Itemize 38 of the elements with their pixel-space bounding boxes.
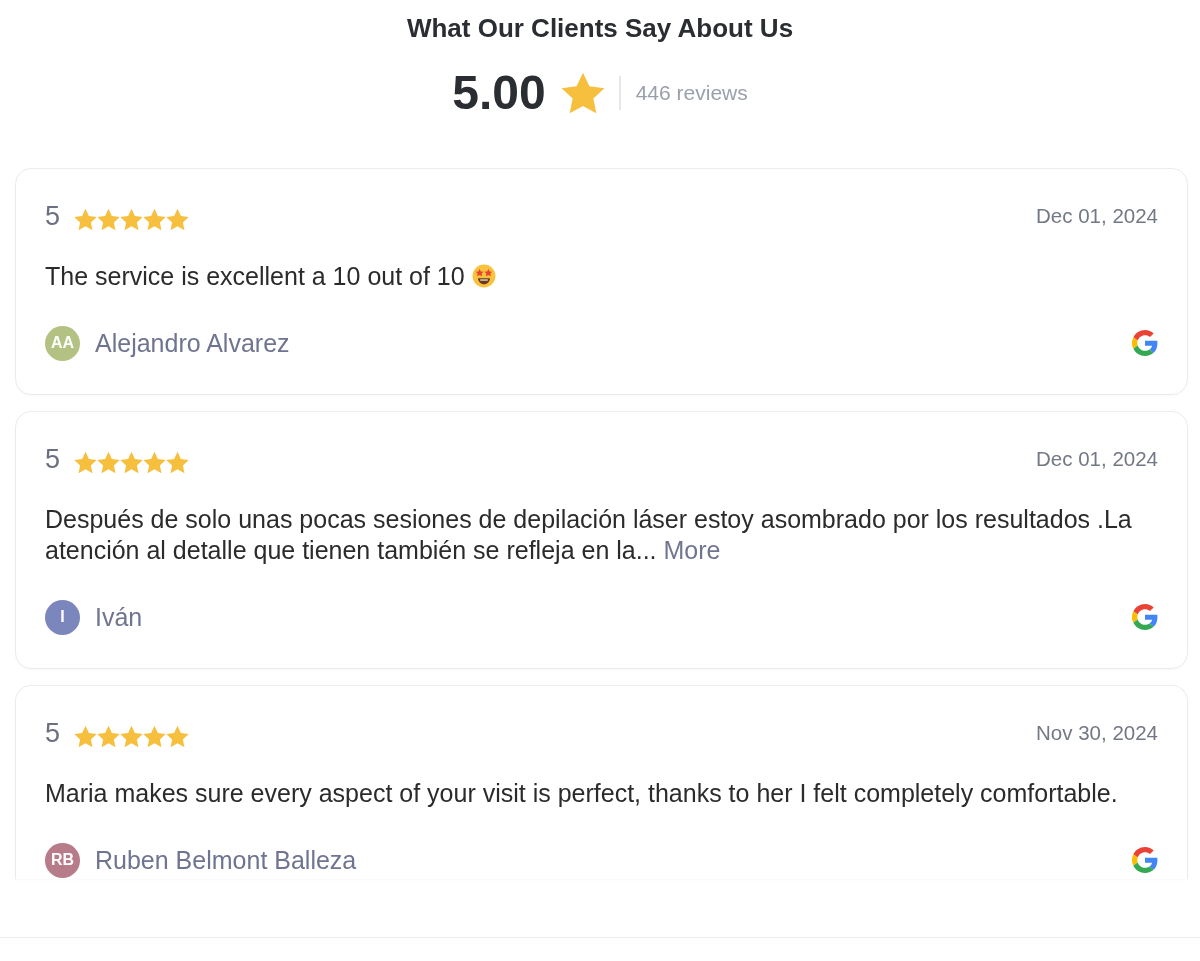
star-icon (166, 724, 190, 748)
review-date: Dec 01, 2024 (1036, 204, 1158, 228)
avatar: I (45, 599, 80, 635)
star-icon (143, 724, 167, 748)
review-count: 446 reviews (635, 81, 748, 105)
author-name: Iván (95, 602, 143, 632)
average-score: 5.00 (452, 65, 546, 121)
more-link[interactable]: More (663, 536, 721, 564)
avatar: RB (45, 842, 80, 878)
author-name: Ruben Belmont Balleza (95, 845, 357, 875)
rating-value: 5 (45, 200, 61, 232)
star-icon (120, 207, 144, 231)
star-icon (97, 207, 121, 231)
review-text: Maria makes sure every aspect of your visit is perfect, thanks to her I felt completely comfortable. (45, 779, 1118, 807)
star-icon (166, 450, 190, 474)
star-icon (74, 207, 98, 231)
star-icon (97, 724, 121, 748)
review-text: Después de solo unas pocas sesiones de depilación láser estoy asombrado por los resultados .La atención al detalle que tienen también se refleja en la... More (45, 505, 1132, 564)
review-date: Dec 01, 2024 (1036, 447, 1158, 471)
rating-value: 5 (45, 443, 61, 475)
star-icon (74, 724, 98, 748)
rating-value: 5 (45, 717, 61, 749)
star-icon (74, 450, 98, 474)
g-logo-icon (1132, 604, 1158, 630)
star-icon (143, 207, 167, 231)
review-date: Nov 30, 2024 (1036, 721, 1158, 745)
avatar: AA (45, 325, 80, 361)
star-icon (560, 71, 605, 115)
star-icon (120, 450, 144, 474)
g-logo-icon (1132, 847, 1158, 873)
star-icon (143, 450, 167, 474)
g-logo-icon (1132, 330, 1158, 356)
star-icon (120, 724, 144, 748)
author-name: Alejandro Alvarez (95, 328, 290, 358)
star-icon (97, 450, 121, 474)
section-title: What Our Clients Say About Us (406, 12, 794, 44)
star-icon (166, 207, 190, 231)
review-text: The service is excellent a 10 out of 10 (45, 262, 465, 290)
